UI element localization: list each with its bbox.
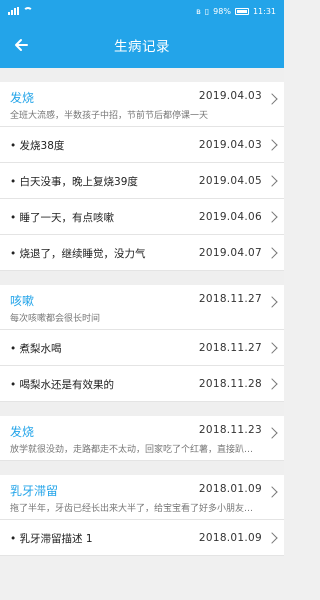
record-date: 2018.11.23 [198,424,262,436]
record-description: 每次咳嗽都会很长时间 [10,314,101,324]
app-bar: ʙ ▯ 98% 11:31 生病记录 [0,0,284,68]
chevron-right-icon [266,139,278,151]
list-item[interactable]: • 煮梨水喝 2018.11.27 [0,330,284,366]
record-header[interactable]: 乳牙滞留 2018.01.09 拖了半年，牙齿已经长出来大半了，给宝宝看了好多小… [0,475,284,520]
entry-date: 2019.04.06 [198,211,262,223]
entry-date: 2019.04.07 [198,247,262,259]
divider [0,271,284,285]
record-group: 咳嗽 2018.11.27 每次咳嗽都会很长时间 • 煮梨水喝 2018.11.… [0,285,284,402]
entry-text: • 煮梨水喝 [10,343,62,355]
record-header[interactable]: 发烧 2019.04.03 全班大流感，半数孩子中招，节前节后都停课一天 [0,82,284,127]
entry-date: 2019.04.03 [198,139,262,151]
entry-date: 2018.01.09 [198,532,262,544]
chevron-right-icon [266,93,278,105]
chevron-right-icon [266,247,278,259]
entry-text: • 发烧38度 [10,140,65,152]
arrow-left-icon [15,39,28,51]
list-item[interactable]: • 烧退了，继续睡觉，没力气 2019.04.07 [0,235,284,271]
vibrate-icon: ▯ [204,6,210,16]
entry-text: • 烧退了，继续睡觉，没力气 [10,248,146,260]
record-description: 放学就很没劲，走路都走不太动，回家吃了个红薯，直接趴沙… [10,445,260,455]
divider [0,461,284,475]
status-bar: ʙ ▯ 98% 11:31 [0,0,284,22]
record-header[interactable]: 发烧 2018.11.23 放学就很没劲，走路都走不太动，回家吃了个红薯，直接趴… [0,416,284,461]
entry-date: 2018.11.27 [198,342,262,354]
record-date: 2018.11.27 [198,293,262,305]
chevron-right-icon [266,342,278,354]
record-date: 2018.01.09 [198,483,262,495]
record-date: 2019.04.03 [198,90,262,102]
battery-icon [234,7,249,15]
record-title: 咳嗽 [10,294,35,308]
divider [0,68,284,82]
status-right: ʙ ▯ 98% 11:31 [196,7,276,16]
battery-level: 98% [213,6,231,16]
record-group: 发烧 2019.04.03 全班大流感，半数孩子中招，节前节后都停课一天 • 发… [0,82,284,271]
record-group: 乳牙滞留 2018.01.09 拖了半年，牙齿已经长出来大半了，给宝宝看了好多小… [0,475,284,556]
chevron-right-icon [266,378,278,390]
toolbar: 生病记录 [0,22,284,68]
divider [0,402,284,416]
chevron-right-icon [266,532,278,544]
entry-text: • 白天没事，晚上复烧39度 [10,176,138,188]
record-list: 发烧 2019.04.03 全班大流感，半数孩子中招，节前节后都停课一天 • 发… [0,68,284,556]
chevron-right-icon [266,296,278,308]
status-left [8,7,33,15]
record-group: 发烧 2018.11.23 放学就很没劲，走路都走不太动，回家吃了个红薯，直接趴… [0,416,284,461]
list-item[interactable]: • 喝梨水还是有效果的 2018.11.28 [0,366,284,402]
chevron-right-icon [266,427,278,439]
entry-text: • 乳牙滞留描述 1 [10,533,93,545]
chevron-right-icon [266,175,278,187]
list-item[interactable]: • 乳牙滞留描述 1 2018.01.09 [0,520,284,556]
list-item[interactable]: • 睡了一天，有点咳嗽 2019.04.06 [0,199,284,235]
record-title: 乳牙滞留 [10,484,59,498]
entry-date: 2019.04.05 [198,175,262,187]
chevron-right-icon [266,211,278,223]
record-header[interactable]: 咳嗽 2018.11.27 每次咳嗽都会很长时间 [0,285,284,330]
wifi-icon [23,7,33,15]
bluetooth-icon: ʙ [196,6,201,16]
clock: 11:31 [252,6,276,16]
record-description: 全班大流感，半数孩子中招，节前节后都停课一天 [10,111,209,121]
page-title: 生病记录 [114,39,170,55]
entry-text: • 睡了一天，有点咳嗽 [10,212,115,224]
record-description: 拖了半年，牙齿已经长出来大半了，给宝宝看了好多小朋友拔… [10,504,260,514]
entry-text: • 喝梨水还是有效果的 [10,379,115,391]
chevron-right-icon [266,486,278,498]
back-button[interactable] [10,35,32,55]
record-title: 发烧 [10,91,35,105]
list-item[interactable]: • 白天没事，晚上复烧39度 2019.04.05 [0,163,284,199]
entry-date: 2018.11.28 [198,378,262,390]
list-item[interactable]: • 发烧38度 2019.04.03 [0,127,284,163]
record-title: 发烧 [10,425,35,439]
signal-icon [8,7,19,15]
